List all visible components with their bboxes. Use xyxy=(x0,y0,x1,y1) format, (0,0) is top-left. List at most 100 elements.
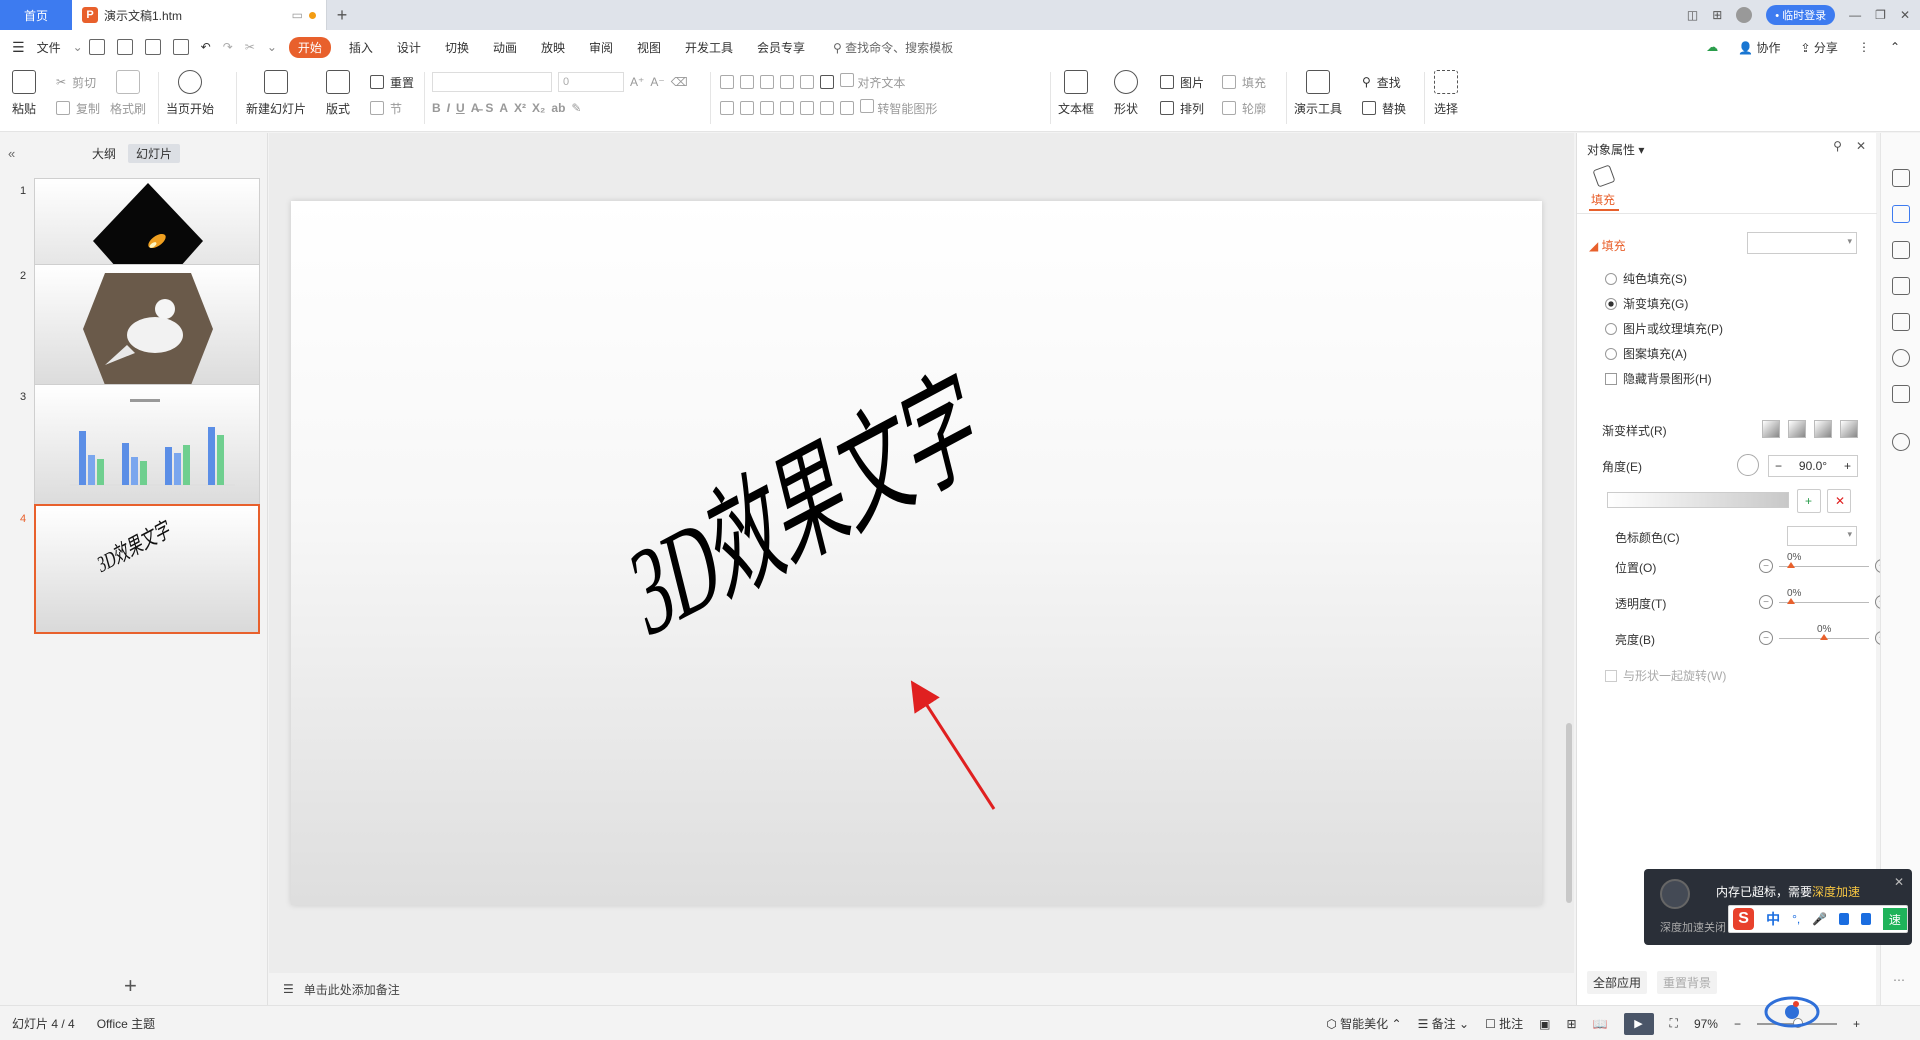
tab-fill[interactable]: 填充 xyxy=(1591,191,1615,208)
font-name-select[interactable] xyxy=(432,72,552,92)
find-button[interactable]: ⚲ 查找 xyxy=(1362,70,1406,94)
gradient-linear-option[interactable] xyxy=(1762,420,1780,438)
beautify-button[interactable]: ⬡ 智能美化 ⌃ xyxy=(1326,1015,1401,1032)
align-left-icon[interactable] xyxy=(720,101,734,115)
reset-button[interactable]: 重置 xyxy=(370,70,414,94)
location-icon[interactable] xyxy=(1892,349,1910,367)
radio-checked[interactable] xyxy=(1605,297,1617,310)
picture-fill-option[interactable]: 图片或纹理填充(P) xyxy=(1605,320,1723,337)
rotate-with-shape-option[interactable]: 与形状一起旋转(W) xyxy=(1605,667,1726,684)
menu-animation[interactable]: 动画 xyxy=(481,39,529,56)
cut-button[interactable]: ✂ 剪切 xyxy=(56,70,100,94)
select-button[interactable]: 选择 xyxy=(1434,70,1458,117)
backup-icon[interactable] xyxy=(1892,313,1910,331)
smartart-button[interactable]: 转智能图形 xyxy=(860,99,937,117)
slider-handle[interactable] xyxy=(1787,597,1795,604)
italic-icon[interactable]: I xyxy=(447,101,450,115)
menu-insert[interactable]: 插入 xyxy=(337,39,385,56)
columns-icon[interactable] xyxy=(820,101,834,115)
position-slider[interactable]: − 0% + xyxy=(1759,552,1889,573)
apply-all-button[interactable]: 全部应用 xyxy=(1587,971,1648,994)
angle-dial[interactable] xyxy=(1737,454,1759,476)
notes-toggle-button[interactable]: ☰ 备注 ⌄ xyxy=(1418,1015,1470,1032)
indent-increase-icon[interactable] xyxy=(780,75,794,89)
microphone-icon[interactable]: 🎤 xyxy=(1812,912,1827,926)
stop-color-dropdown[interactable]: ▾ xyxy=(1787,526,1857,546)
menu-developer[interactable]: 开发工具 xyxy=(673,39,745,56)
scrollbar-thumb[interactable] xyxy=(1566,723,1572,903)
superscript-icon[interactable]: X² xyxy=(514,101,526,115)
slider-handle[interactable] xyxy=(1787,561,1795,568)
preview-icon[interactable] xyxy=(172,39,189,55)
share-button[interactable]: ⇪ 分享 xyxy=(1801,39,1838,56)
pattern-fill-option[interactable]: 图案填充(A) xyxy=(1605,345,1687,362)
layout-icon[interactable]: ◫ xyxy=(1687,8,1698,22)
layout-button[interactable]: 版式 xyxy=(326,70,350,117)
slide-thumbnail-3[interactable] xyxy=(34,384,260,514)
menu-icon[interactable]: ☰ xyxy=(12,39,25,56)
numbered-list-icon[interactable] xyxy=(740,75,754,89)
properties-icon[interactable] xyxy=(1892,205,1910,223)
notes-area[interactable]: ☰ 单击此处添加备注 xyxy=(269,973,1564,1005)
align-right-icon[interactable] xyxy=(760,101,774,115)
section-button[interactable]: 节 xyxy=(370,96,414,120)
close-icon[interactable]: ✕ xyxy=(1900,8,1910,22)
slider-handle[interactable] xyxy=(1820,633,1828,640)
checkbox[interactable] xyxy=(1605,372,1617,385)
menu-slideshow[interactable]: 放映 xyxy=(529,39,577,56)
play-from-current-button[interactable]: 当页开始 xyxy=(166,70,214,117)
format-painter-button[interactable]: 格式刷 xyxy=(110,70,146,117)
arrange-button[interactable]: 排列 xyxy=(1160,96,1204,120)
more-icon[interactable]: ⌄ xyxy=(267,40,277,54)
brightness-track[interactable]: 0% xyxy=(1779,624,1869,640)
toolbox-icon[interactable] xyxy=(1860,913,1871,925)
fill-color-dropdown[interactable]: ▾ xyxy=(1747,232,1857,254)
copy-icon[interactable] xyxy=(1892,277,1910,295)
fit-icon[interactable]: ⛶ xyxy=(1670,1016,1678,1031)
sorter-view-icon[interactable]: ⊞ xyxy=(1567,1017,1577,1031)
tab-outline[interactable]: 大纲 xyxy=(84,144,124,163)
align-text-button[interactable]: 对齐文本 xyxy=(840,73,905,91)
zoom-out-icon[interactable]: − xyxy=(1734,1017,1741,1031)
menu-file[interactable]: 文件 xyxy=(25,39,73,56)
transparency-slider[interactable]: − 0% + xyxy=(1759,588,1889,609)
plus-icon[interactable]: + xyxy=(1844,459,1851,473)
export-icon[interactable] xyxy=(116,39,133,55)
font-color-icon[interactable]: A xyxy=(499,101,508,115)
increase-font-icon[interactable]: A⁺ xyxy=(630,75,644,89)
minus-icon[interactable]: − xyxy=(1759,631,1773,645)
text-direction-icon[interactable] xyxy=(800,75,814,89)
tab-home[interactable]: 首页 xyxy=(0,0,72,30)
login-button[interactable]: • 临时登录 xyxy=(1766,5,1836,25)
menu-design[interactable]: 设计 xyxy=(385,39,433,56)
minus-icon[interactable]: − xyxy=(1775,459,1782,473)
fill-section-header[interactable]: ◢ 填充 xyxy=(1589,237,1626,254)
menu-review[interactable]: 审阅 xyxy=(577,39,625,56)
replace-button[interactable]: 替换 xyxy=(1362,96,1406,120)
keyboard-icon[interactable] xyxy=(1839,913,1849,925)
transparency-track[interactable]: 0% xyxy=(1779,588,1869,604)
gradient-bar[interactable] xyxy=(1607,492,1789,508)
bold-icon[interactable]: B xyxy=(432,101,441,115)
grid-icon[interactable]: ⊞ xyxy=(1712,8,1722,22)
bullet-list-icon[interactable] xyxy=(720,75,734,89)
add-slide-button[interactable]: + xyxy=(124,973,137,999)
radio[interactable] xyxy=(1605,322,1617,335)
minimize-icon[interactable]: — xyxy=(1849,8,1861,22)
3d-wordart-text[interactable]: 3D效果文字 xyxy=(611,320,991,673)
underline-icon[interactable]: U xyxy=(456,101,465,115)
animation-icon[interactable] xyxy=(1892,169,1910,187)
restore-icon[interactable]: ❐ xyxy=(1875,8,1886,22)
avatar[interactable] xyxy=(1736,7,1753,23)
align-center-icon[interactable] xyxy=(740,101,754,115)
outline-button[interactable]: 轮廓 xyxy=(1222,96,1266,120)
brightness-slider[interactable]: − 0% + xyxy=(1759,624,1889,645)
more-options-icon[interactable]: ⋮ xyxy=(1858,40,1870,54)
textbox-button[interactable]: 文本框 xyxy=(1058,70,1094,117)
slide-thumbnail-2[interactable] xyxy=(34,264,260,394)
radio[interactable] xyxy=(1605,272,1617,285)
shadow-icon[interactable]: S xyxy=(485,101,493,115)
cloud-icon[interactable]: ☁ xyxy=(1706,40,1718,54)
shape-button[interactable]: 形状 xyxy=(1114,70,1138,117)
menu-member[interactable]: 会员专享 xyxy=(745,39,817,56)
